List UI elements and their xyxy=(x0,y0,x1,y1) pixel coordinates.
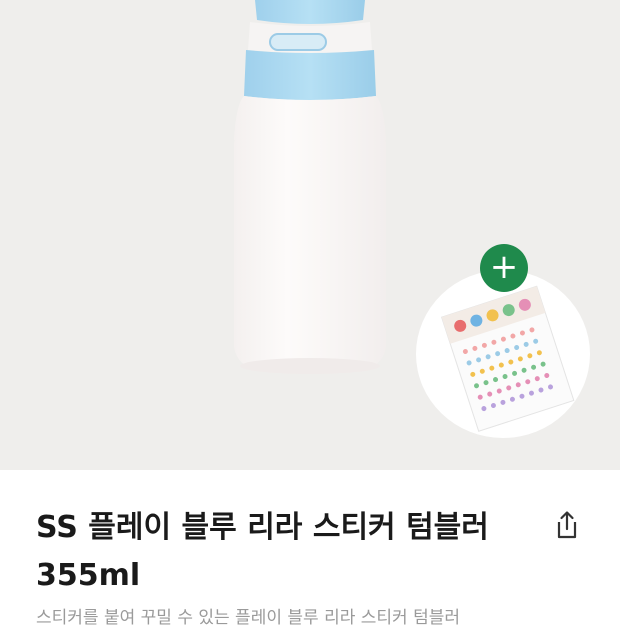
share-icon[interactable] xyxy=(550,508,584,542)
sticker-sheet-image xyxy=(440,285,575,432)
product-description: 스티커를 붙여 꾸밀 수 있는 플레이 블루 리라 스티커 텀블러 xyxy=(36,608,460,628)
product-image-area: + xyxy=(0,0,620,470)
add-sticker-button[interactable]: + xyxy=(480,244,528,292)
plus-icon: + xyxy=(489,247,519,287)
product-title: SS 플레이 블루 리라 스티커 텀블러 355ml xyxy=(36,510,489,593)
sticker-addon-image[interactable] xyxy=(416,270,590,438)
